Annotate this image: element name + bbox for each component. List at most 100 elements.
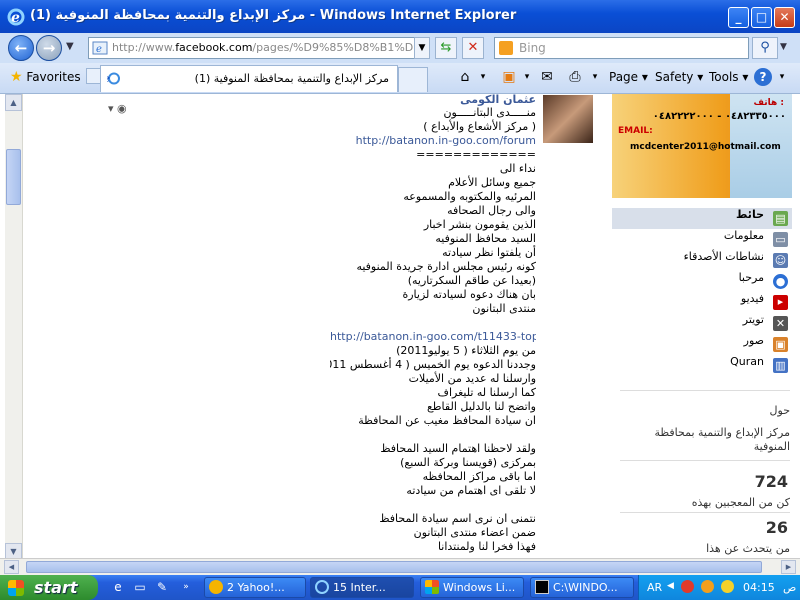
tray-app-icon[interactable] — [681, 580, 694, 593]
scroll-right-button[interactable]: ▶ — [781, 560, 796, 574]
about-text: المنوفية — [753, 440, 790, 453]
forum-link[interactable]: http://batanon.in-goo.com/forum — [330, 134, 536, 148]
likes-label[interactable]: كن من المعجبين بهذه — [692, 496, 790, 509]
post-line: ان سيادة المحافظ مغيب عن المحافظة — [358, 414, 536, 427]
tray-app-icon[interactable] — [701, 580, 714, 593]
post-author[interactable]: عثمان الكومى — [330, 94, 536, 106]
privacy-globe-icon[interactable]: ▾ ◉ — [108, 102, 127, 115]
tray-app-icon[interactable] — [721, 580, 734, 593]
new-tab-button[interactable] — [398, 67, 428, 92]
refresh-button[interactable]: ⇆ — [435, 37, 457, 59]
wall-icon: ▤ — [773, 211, 788, 226]
sidebar-item-label: نشاطات الأصدقاء — [683, 250, 764, 263]
page-menu[interactable]: Page ▾ — [609, 70, 648, 84]
tab-ie-icon: e — [107, 72, 120, 85]
start-label: start — [34, 578, 78, 597]
page-scrollbar[interactable]: ▲ ▼ — [5, 94, 23, 560]
post-body-part-1: منـــــدى البتانـــــون ( مركز الأشعاع و… — [330, 106, 536, 316]
task-label: Windows Li... — [443, 581, 516, 594]
history-dropdown-icon[interactable]: ▼ — [66, 41, 74, 52]
page-icon: e — [92, 41, 108, 55]
divider — [620, 460, 790, 461]
sidebar-item-photos[interactable]: ▣ صور — [612, 334, 792, 355]
address-toolbar: ← → ▼ e http://www.facebook.com/pages/%D9… — [0, 33, 800, 63]
about-text: مركز الإبداع والتنمية بمحافظة — [654, 426, 790, 439]
search-input[interactable]: Bing — [494, 37, 749, 59]
talking-label[interactable]: من يتحدث عن هذا — [706, 542, 790, 555]
quicklaunch-more-icon[interactable]: » — [178, 579, 194, 595]
show-desktop-icon[interactable]: ▭ — [132, 579, 148, 595]
taskbar-item-cmd[interactable]: C:\WINDO... — [530, 577, 634, 598]
close-window-button[interactable]: ✕ — [774, 7, 795, 28]
address-dropdown-button[interactable]: ▼ — [414, 37, 430, 59]
sidebar-item-video[interactable]: ▶ فيديو — [612, 292, 792, 313]
print-icon[interactable]: ⎙ — [566, 68, 584, 86]
taskbar-item-windows-live[interactable]: Windows Li... — [420, 577, 524, 598]
twitter-icon: ✕ — [773, 316, 788, 331]
post-body-part-2: http://batanon.in-goo.com/t11433-topi من… — [330, 330, 536, 428]
tools-menu[interactable]: Tools ▾ — [709, 70, 748, 84]
quicklaunch-app-icon[interactable]: ✎ — [154, 579, 170, 595]
sidebar-item-friend-activity[interactable]: ☺ نشاطات الأصدقاء — [612, 250, 792, 271]
cmd-icon — [535, 580, 549, 594]
scroll-up-button[interactable]: ▲ — [5, 94, 22, 111]
taskbar-item-ie[interactable]: 15 Inter... — [310, 577, 414, 598]
post-line: بان هناك دعوه لسيادته لزيارة — [402, 288, 536, 301]
sidebar-item-twitter[interactable]: ✕ تويتر — [612, 313, 792, 334]
scroll-left-button[interactable]: ◀ — [4, 560, 19, 574]
minimize-button[interactable]: _ — [728, 7, 749, 28]
home-dropdown-icon[interactable]: ▾ — [474, 68, 492, 86]
search-options-icon[interactable]: ▼ — [780, 42, 787, 52]
print-dropdown-icon[interactable]: ▾ — [586, 68, 604, 86]
feeds-dropdown-icon[interactable]: ▾ — [518, 68, 536, 86]
url-domain: facebook.com — [175, 41, 253, 54]
safety-menu[interactable]: Safety ▾ — [655, 70, 703, 84]
phone-numbers: ٠٤٨٢٣٣٥٠٠٠ - ٠٤٨٢٢٢٢٠٠٠ — [652, 111, 786, 122]
sidebar-item-label: معلومات — [723, 229, 764, 242]
browser-tab[interactable]: e مركز الإبداع والتنمية بمحافظة المنوفية… — [100, 65, 398, 92]
profile-banner[interactable]: هاتف : ٠٤٨٢٣٣٥٠٠٠ - ٠٤٨٢٢٢٢٠٠٠ EMAIL: mc… — [612, 94, 792, 198]
favorites-bar: ★ Favorites e مركز الإبداع والتنمية بمحا… — [0, 63, 800, 94]
read-mail-icon[interactable]: ✉ — [538, 68, 556, 86]
help-icon[interactable]: ? — [754, 68, 772, 86]
tools-menu-label: Tools — [709, 70, 739, 84]
sidebar-item-wall[interactable]: ▤ حائط — [612, 208, 792, 229]
author-avatar[interactable] — [543, 95, 593, 143]
post-line: نداء الى — [499, 162, 536, 175]
divider — [620, 512, 790, 513]
back-button[interactable]: ← — [8, 35, 34, 61]
maximize-button[interactable]: □ — [751, 7, 772, 28]
forward-button[interactable]: → — [36, 35, 62, 61]
language-indicator[interactable]: AR — [647, 581, 662, 594]
topic-link[interactable]: http://batanon.in-goo.com/t11433-topi — [330, 330, 536, 344]
sidebar-item-label: تويتر — [742, 313, 764, 326]
horizontal-scrollbar[interactable]: ◀ ▶ — [0, 558, 800, 576]
sidebar-nav: ▤ حائط ▭ معلومات ☺ نشاطات الأصدقاء ● مرحبا ▶… — [612, 208, 792, 376]
quicklaunch-ie-icon[interactable]: e — [110, 579, 126, 595]
favorites-button[interactable]: ★ Favorites — [10, 69, 81, 85]
feeds-icon[interactable]: ▣ — [500, 68, 518, 86]
clock-time[interactable]: 04:15 — [743, 581, 775, 594]
stop-button[interactable]: ✕ — [462, 37, 484, 59]
ie-icon — [315, 580, 329, 594]
sidebar-item-quran[interactable]: ▥ Quran — [612, 355, 792, 376]
sidebar-item-welcome[interactable]: ● مرحبا — [612, 271, 792, 292]
post-line: المرئيه والمكتوبه والمسموعه — [403, 190, 536, 203]
phone-label: هاتف : — [753, 98, 784, 108]
home-icon[interactable]: ⌂ — [456, 68, 474, 86]
start-button[interactable]: start — [0, 575, 98, 600]
tray-arrow-icon[interactable]: ◀ — [667, 581, 674, 591]
divider — [620, 390, 790, 391]
post-line: ضمن اعضاء منتدى البتانون — [413, 526, 536, 539]
scroll-thumb[interactable] — [6, 149, 21, 205]
horizontal-scroll-thumb[interactable] — [26, 561, 762, 573]
search-button[interactable]: ⚲ — [752, 37, 778, 59]
clock-ampm: ص — [783, 581, 797, 594]
address-bar[interactable]: e http://www.facebook.com/pages/%D9%85%D8… — [88, 37, 430, 59]
post-line: الذين يقومون بنشر اخبار — [423, 218, 536, 231]
help-dropdown-icon[interactable]: ▾ — [773, 68, 791, 86]
sidebar-item-info[interactable]: ▭ معلومات — [612, 229, 792, 250]
wall-post: عثمان الكومى منـــــدى البتانـــــون ( م… — [330, 94, 536, 560]
taskbar-item-yahoo[interactable]: 2 Yahoo!... — [204, 577, 306, 598]
post-line: اما باقى مراكز المحافظه — [422, 470, 536, 483]
